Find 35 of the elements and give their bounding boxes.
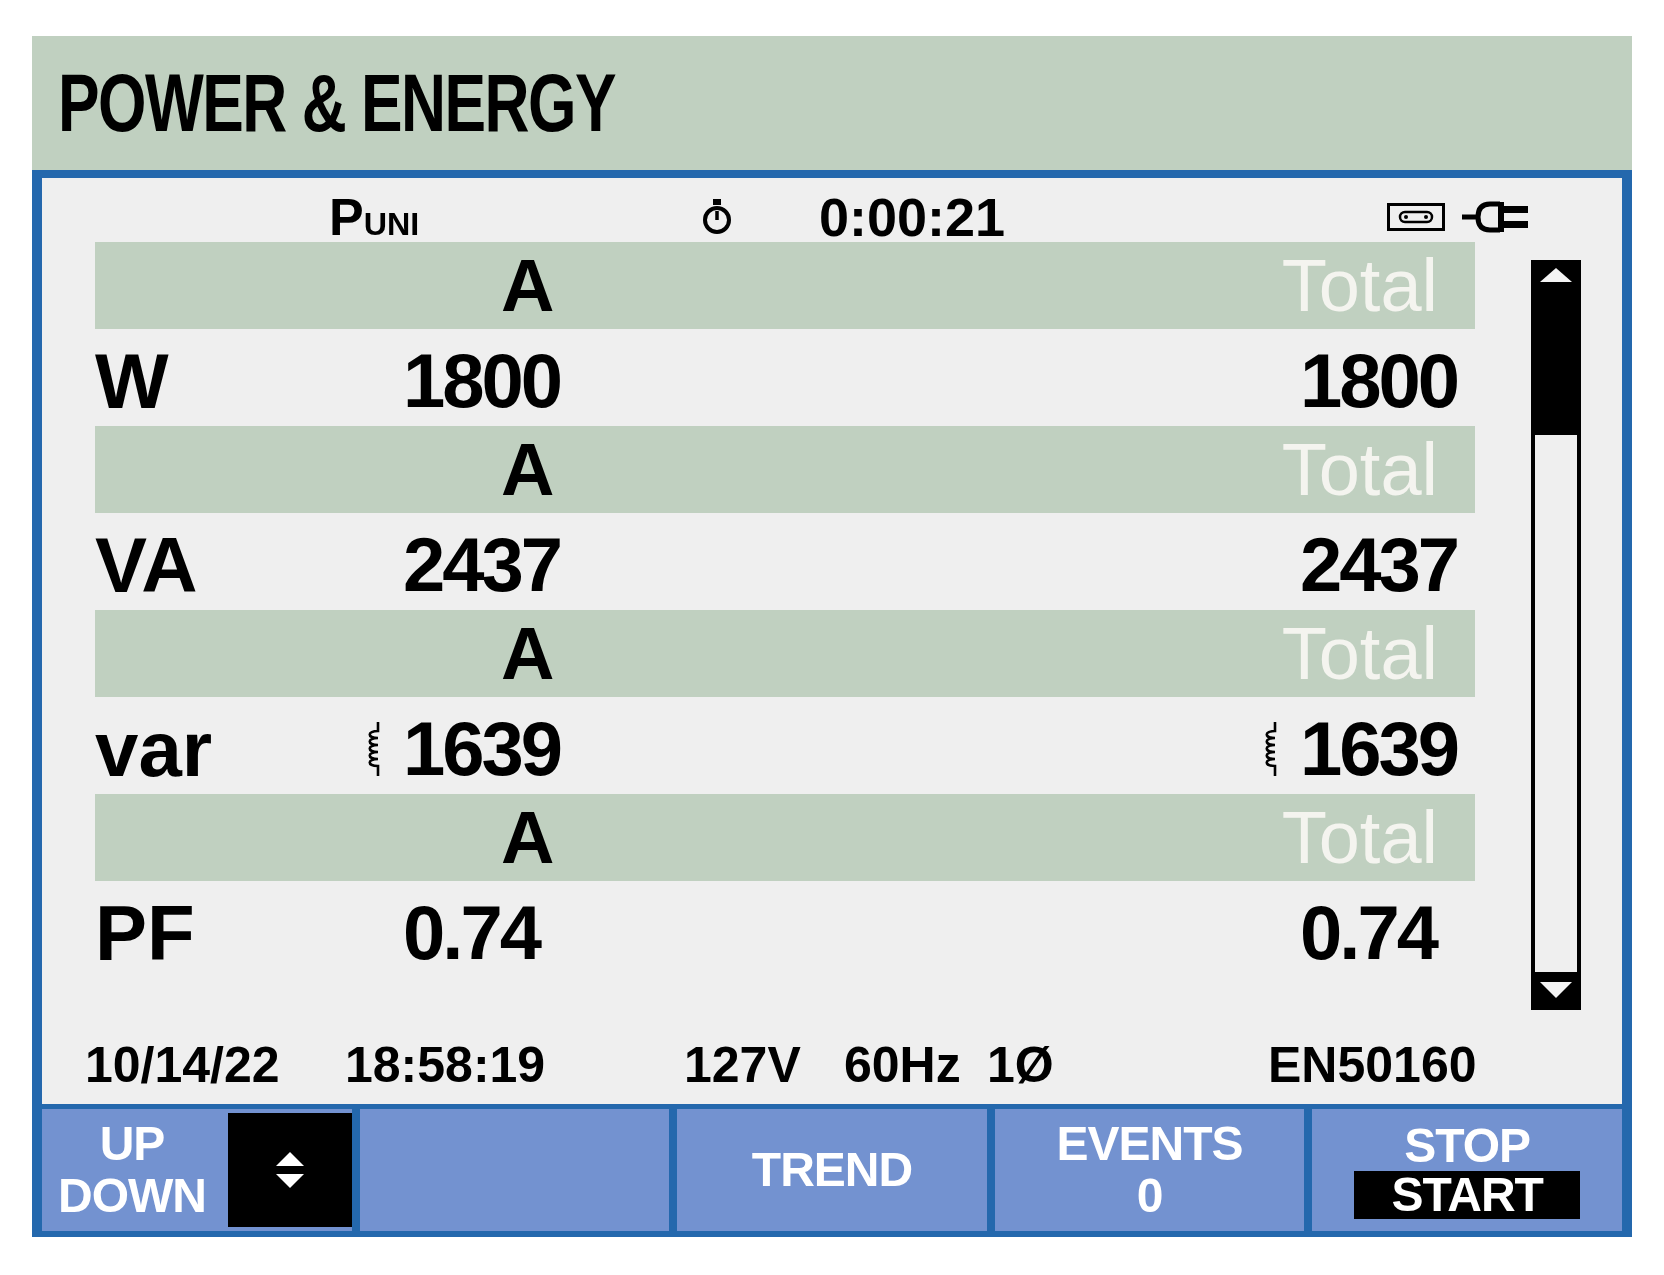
voltage-label: 127V: [684, 1040, 801, 1090]
frequency-label: 60Hz: [844, 1040, 961, 1090]
total-value: 1639: [1300, 710, 1458, 787]
quantity-label: W: [95, 341, 169, 420]
total-value: 2437: [1300, 526, 1458, 603]
phase-label: A: [501, 248, 555, 323]
quantity-label: PF: [95, 893, 195, 972]
up-down-arrows-icon: [227, 1113, 352, 1227]
soft-key[interactable]: EVENTS 0: [994, 1109, 1305, 1231]
phase-value: 1800: [403, 342, 561, 419]
toggle-option: STOP: [1404, 1121, 1531, 1171]
elapsed-timer: 0:00:21: [819, 190, 1006, 244]
phase-value: 0.74: [403, 894, 539, 971]
stopwatch-icon: [700, 199, 734, 235]
soft-key[interactable]: TREND: [677, 1109, 987, 1231]
cassette-icon: [1387, 203, 1445, 231]
toggle-option: START: [1354, 1171, 1581, 1219]
time-label: 18:58:19: [345, 1040, 546, 1090]
soft-key[interactable]: [359, 1109, 670, 1231]
phase-label: A: [501, 432, 555, 507]
plug-icon: [1462, 199, 1531, 235]
phase-label: A: [501, 800, 555, 875]
date-label: 10/14/22: [85, 1040, 280, 1090]
phase-value: 2437: [403, 526, 561, 603]
phase-label: A: [501, 616, 555, 691]
quantity-label: var: [95, 709, 213, 788]
quantity-label: VA: [95, 525, 198, 604]
standard-label: EN50160: [1268, 1040, 1477, 1090]
total-value: 1800: [1300, 342, 1458, 419]
soft-key[interactable]: STOP START: [1312, 1109, 1622, 1231]
screen-title: POWER & ENERGY: [58, 62, 615, 144]
phase-value: 1639: [403, 710, 561, 787]
wiring-label: 1Ø: [987, 1040, 1054, 1090]
total-value: 0.74: [1300, 894, 1436, 971]
soft-key[interactable]: UP DOWN: [42, 1109, 352, 1231]
